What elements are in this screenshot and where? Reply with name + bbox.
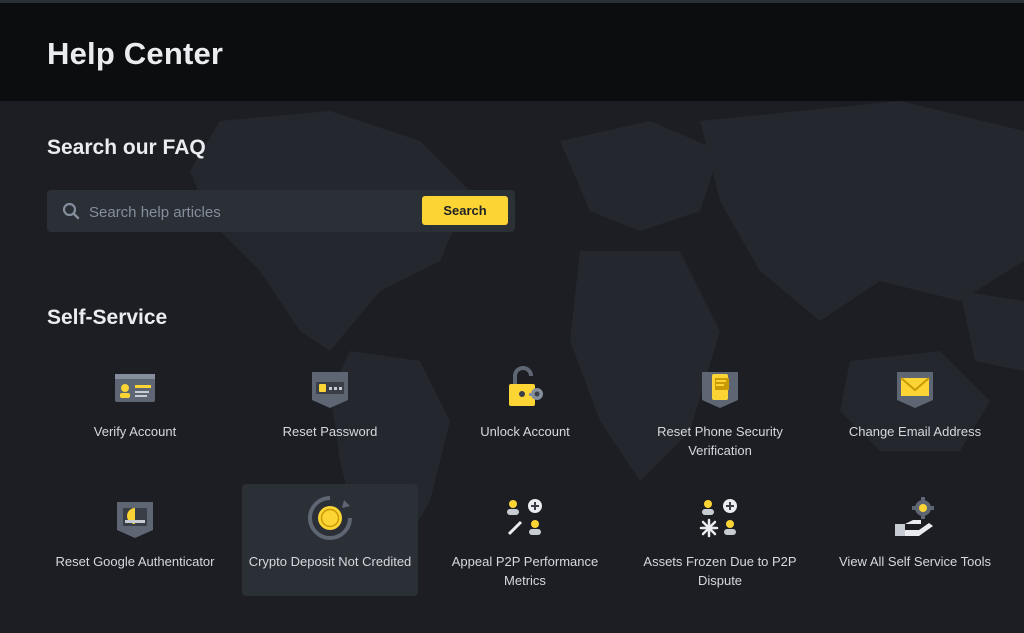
tile-verify-account[interactable]: Verify Account <box>47 354 223 466</box>
id-card-icon <box>115 374 155 402</box>
hand-gear-icon <box>895 497 934 536</box>
tile-crypto-deposit-not-credited[interactable]: Crypto Deposit Not Credited <box>242 484 418 596</box>
tile-view-all-self-service[interactable]: View All Self Service Tools <box>827 484 1003 596</box>
p2p-users-icon <box>507 499 542 536</box>
tile-label: Unlock Account <box>480 424 570 439</box>
tile-unlock-account[interactable]: Unlock Account <box>437 354 613 466</box>
tile-label: Reset Phone Security Verification <box>657 424 783 458</box>
search-icon <box>62 202 80 220</box>
page-title: Help Center <box>47 36 224 71</box>
tile-label: Assets Frozen Due to P2P Dispute <box>643 554 797 588</box>
phone-shield-icon <box>702 372 738 408</box>
tile-reset-password[interactable]: Reset Password <box>242 354 418 466</box>
tile-reset-phone-security[interactable]: Reset Phone Security Verification <box>632 354 808 466</box>
padlock-key-icon <box>509 366 543 406</box>
search-bar: Search <box>47 190 515 232</box>
tile-label: Crypto Deposit Not Credited <box>248 554 412 569</box>
authenticator-shield-icon <box>117 502 153 538</box>
coin-refresh-icon <box>308 496 352 540</box>
self-service-title: Self-Service <box>47 306 168 329</box>
tile-label: Reset Password <box>282 424 378 439</box>
tile-label: Verify Account <box>93 424 177 439</box>
envelope-shield-icon <box>897 372 933 408</box>
tile-change-email[interactable]: Change Email Address <box>827 354 1003 466</box>
tile-assets-frozen[interactable]: Assets Frozen Due to P2P Dispute <box>632 484 808 596</box>
tile-label: View All Self Service Tools <box>839 554 991 569</box>
search-button[interactable]: Search <box>422 196 508 225</box>
password-card-icon <box>312 372 348 408</box>
tile-appeal-p2p-metrics[interactable]: Appeal P2P Performance Metrics <box>437 484 613 596</box>
tile-label: Reset Google Authenticator <box>55 554 215 569</box>
search-input[interactable] <box>87 196 411 228</box>
tile-label: Appeal P2P Performance Metrics <box>451 554 599 588</box>
page-header: Help Center <box>0 3 1024 101</box>
tile-label: Change Email Address <box>848 424 982 439</box>
frozen-assets-icon <box>699 499 737 538</box>
tile-reset-google-authenticator[interactable]: Reset Google Authenticator <box>47 484 223 596</box>
faq-title: Search our FAQ <box>47 136 206 159</box>
main-content: Search our FAQ Search Self-Service Verif… <box>0 101 1024 633</box>
